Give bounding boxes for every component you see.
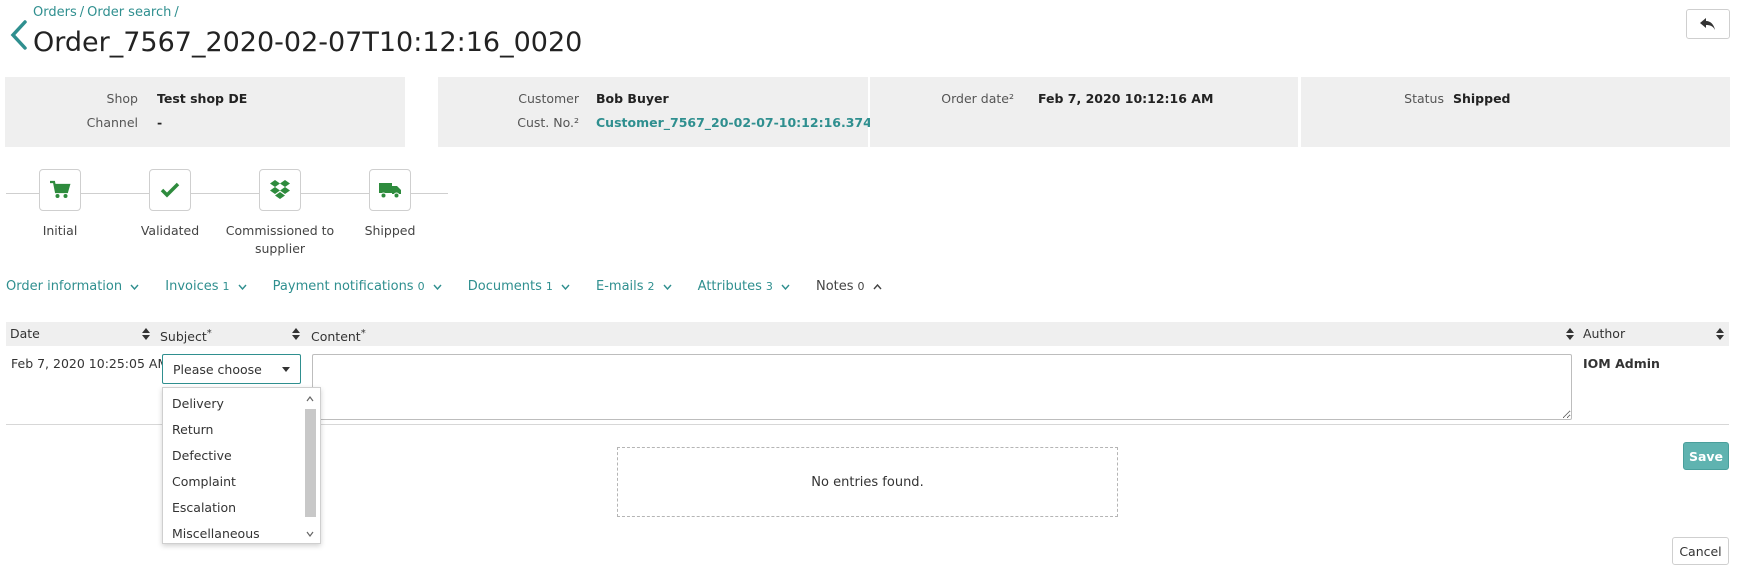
customer-value: Bob Buyer	[596, 91, 669, 106]
tab-notes[interactable]: Notes 0	[816, 279, 882, 294]
chevron-down-icon	[130, 284, 139, 290]
sort-icon[interactable]	[1716, 328, 1724, 340]
status-panel: Status Shipped	[1301, 77, 1730, 147]
dropbox-icon	[270, 180, 290, 199]
scrollbar-thumb[interactable]	[305, 409, 316, 517]
empty-state: No entries found.	[617, 447, 1118, 517]
step-shipped	[369, 169, 411, 211]
tab-documents[interactable]: Documents 1	[468, 279, 570, 294]
save-button[interactable]: Save	[1683, 442, 1729, 470]
breadcrumb-orders[interactable]: Orders	[33, 5, 77, 20]
option-complaint[interactable]: Complaint	[172, 474, 236, 489]
customer-label: Customer	[518, 91, 579, 106]
sort-icon[interactable]	[1566, 328, 1574, 340]
cancel-button[interactable]: Cancel	[1672, 537, 1729, 565]
tab-order-information[interactable]: Order information	[6, 279, 139, 294]
back-chevron-icon[interactable]	[6, 18, 32, 52]
page-title: Order_7567_2020-02-07T10:12:16_0020	[33, 27, 583, 58]
breadcrumb-order-search[interactable]: Order search	[87, 5, 171, 20]
breadcrumb: Orders / Order search /	[33, 5, 179, 20]
shop-label: Shop	[106, 91, 138, 106]
option-delivery[interactable]: Delivery	[172, 396, 224, 411]
notes-table-header: Date Subject* Content* Author	[6, 322, 1729, 346]
col-author[interactable]: Author	[1583, 322, 1625, 346]
shop-panel: Shop Test shop DE Channel -	[5, 77, 405, 147]
tab-attributes[interactable]: Attributes 3	[698, 279, 790, 294]
truck-icon	[379, 183, 401, 199]
caret-down-icon	[282, 367, 290, 372]
orderdate-panel: Order date² Feb 7, 2020 10:12:16 AM	[870, 77, 1298, 147]
custno-label: Cust. No.²	[517, 115, 579, 130]
tab-invoices[interactable]: Invoices 1	[165, 279, 247, 294]
channel-label: Channel	[86, 115, 138, 130]
orderdate-value: Feb 7, 2020 10:12:16 AM	[1038, 91, 1214, 106]
chevron-down-icon	[781, 284, 790, 290]
option-miscellaneous[interactable]: Miscellaneous	[172, 526, 260, 541]
chevron-down-icon	[663, 284, 672, 290]
content-textarea[interactable]	[312, 354, 1572, 420]
option-escalation[interactable]: Escalation	[172, 500, 236, 515]
row-author: IOM Admin	[1583, 356, 1660, 371]
undo-arrow-icon	[1700, 18, 1715, 30]
step-commissioned	[259, 169, 301, 211]
custno-link[interactable]: Customer_7567_20-02-07-10:12:16.374	[596, 115, 872, 130]
undo-button[interactable]	[1686, 9, 1730, 39]
subject-dropdown[interactable]: Delivery Return Defective Complaint Esca…	[162, 387, 321, 544]
option-return[interactable]: Return	[172, 422, 213, 437]
cart-icon	[50, 180, 71, 198]
step-commissioned-label: Commissioned to supplier	[225, 223, 335, 256]
step-initial	[39, 169, 81, 211]
detail-tabs: Order information Invoices 1 Payment noti…	[6, 279, 904, 294]
orderdate-label: Order date²	[941, 91, 1014, 106]
chevron-down-icon	[561, 284, 570, 290]
col-subject[interactable]: Subject*	[160, 322, 212, 346]
chevron-up-icon	[873, 283, 882, 289]
col-content[interactable]: Content*	[311, 322, 366, 346]
step-shipped-label: Shipped	[364, 223, 416, 238]
scroll-up-icon[interactable]	[306, 396, 314, 402]
step-validated-label: Validated	[140, 223, 200, 238]
option-defective[interactable]: Defective	[172, 448, 232, 463]
channel-value: -	[157, 115, 163, 130]
tab-payment-notifications[interactable]: Payment notifications 0	[273, 279, 442, 294]
col-date[interactable]: Date	[10, 322, 40, 346]
status-label: Status	[1404, 91, 1444, 106]
sort-icon[interactable]	[142, 328, 150, 340]
check-icon	[160, 182, 180, 198]
scroll-down-icon[interactable]	[306, 531, 314, 537]
sort-icon[interactable]	[292, 328, 300, 340]
chevron-down-icon	[237, 284, 247, 290]
subject-select[interactable]: Please choose	[162, 354, 301, 384]
row-date: Feb 7, 2020 10:25:05 AM	[11, 356, 169, 371]
chevron-down-icon	[433, 284, 442, 290]
tab-emails[interactable]: E-mails 2	[596, 279, 672, 294]
step-validated	[149, 169, 191, 211]
status-value: Shipped	[1453, 91, 1511, 106]
shop-value: Test shop DE	[157, 91, 248, 106]
customer-panel: Customer Bob Buyer Cust. No.² Customer_7…	[438, 77, 872, 147]
step-initial-label: Initial	[42, 223, 78, 238]
